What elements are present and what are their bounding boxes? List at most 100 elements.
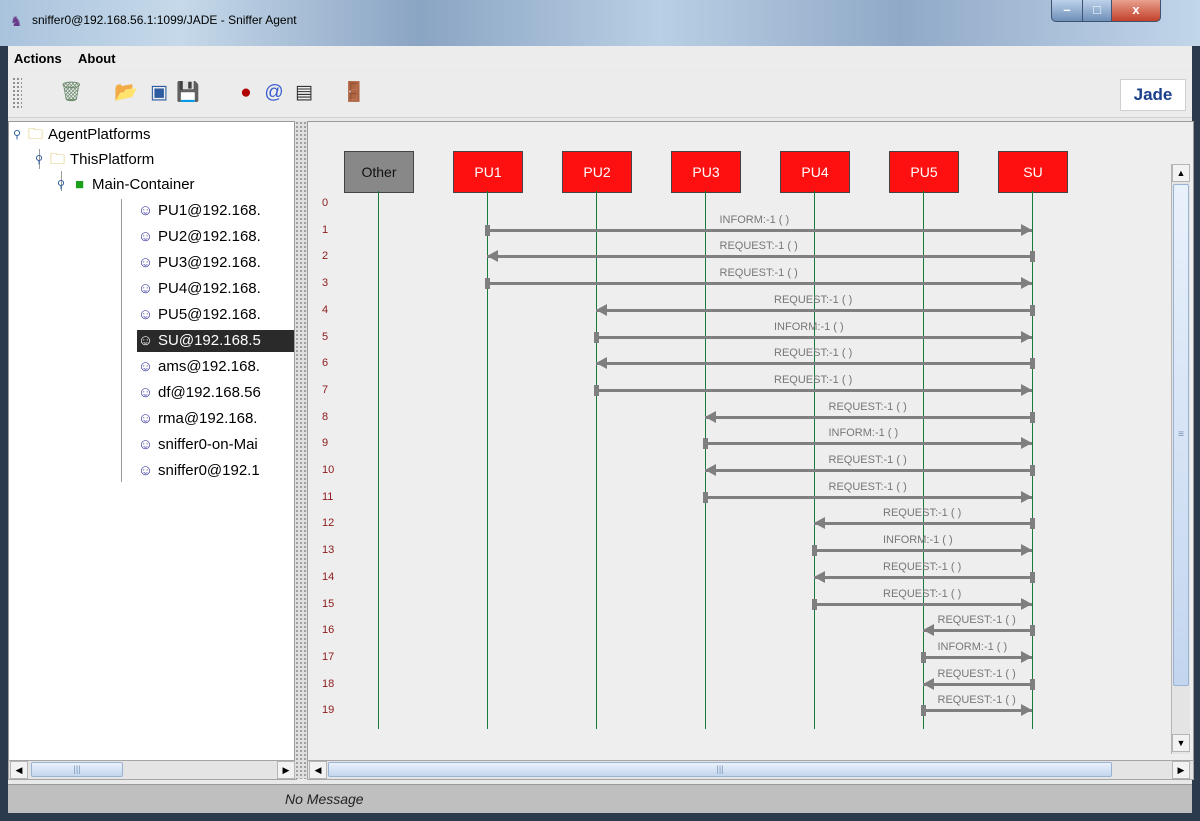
- tree-agent-node[interactable]: ☺ rma@192.168.: [137, 408, 294, 430]
- message-label[interactable]: REQUEST:-1 ( ): [938, 668, 1016, 680]
- properties-icon[interactable]: ▣: [146, 80, 172, 106]
- message-arrow[interactable]: [596, 335, 1032, 339]
- message-label[interactable]: REQUEST:-1 ( ): [829, 454, 907, 466]
- diagram-horizontal-scrollbar[interactable]: ◀ ||| ▶: [307, 760, 1194, 780]
- expand-toggle-icon[interactable]: ⚲: [57, 174, 65, 196]
- message-label[interactable]: REQUEST:-1 ( ): [883, 507, 961, 519]
- maximize-button[interactable]: □: [1082, 0, 1112, 22]
- message-label[interactable]: REQUEST:-1 ( ): [938, 614, 1016, 626]
- message-arrow[interactable]: [705, 469, 1032, 472]
- tree-agent-node-selected[interactable]: ☺ SU@192.168.5: [137, 330, 294, 352]
- agent-box-pu4[interactable]: PU4: [780, 151, 850, 193]
- expand-toggle-icon[interactable]: ⚲: [13, 124, 21, 146]
- diagram-vertical-scrollbar[interactable]: ▲ ≡ ▼: [1171, 164, 1190, 754]
- message-arrow[interactable]: [814, 602, 1032, 606]
- split-pane-divider[interactable]: [295, 121, 307, 779]
- message-arrow[interactable]: [923, 709, 1032, 713]
- message-origin-marker: [1030, 358, 1035, 370]
- message-arrow[interactable]: [923, 682, 1032, 686]
- open-folder-icon[interactable]: 📂: [113, 80, 139, 106]
- minimize-button[interactable]: –: [1051, 0, 1083, 22]
- message-arrow[interactable]: [923, 655, 1032, 659]
- scroll-up-button[interactable]: ▲: [1172, 164, 1190, 182]
- save-icon[interactable]: 💾: [175, 80, 201, 106]
- message-origin-marker: [594, 384, 599, 396]
- tree-agent-node[interactable]: ☺ PU4@192.168.: [137, 278, 294, 300]
- scroll-thumb[interactable]: |||: [328, 762, 1112, 777]
- tree-agent-node[interactable]: ☺ sniffer0-on-Mai: [137, 434, 294, 456]
- message-arrow[interactable]: [596, 362, 1032, 366]
- tree-agent-node[interactable]: ☺ PU3@192.168.: [137, 252, 294, 274]
- message-arrow[interactable]: [705, 442, 1032, 446]
- agent-box-pu3[interactable]: PU3: [671, 151, 741, 193]
- message-label[interactable]: REQUEST:-1 ( ): [829, 481, 907, 493]
- status-message: No Message: [285, 791, 364, 807]
- tree-agent-node[interactable]: ☺ df@192.168.56: [137, 382, 294, 404]
- message-label[interactable]: REQUEST:-1 ( ): [720, 267, 798, 279]
- message-arrow[interactable]: [487, 282, 1032, 286]
- message-label[interactable]: INFORM:-1 ( ): [883, 534, 953, 546]
- record-icon[interactable]: ●: [233, 80, 259, 106]
- message-arrow[interactable]: [814, 575, 1032, 579]
- agent-icon: ☺: [137, 228, 154, 245]
- message-label[interactable]: INFORM:-1 ( ): [720, 214, 790, 226]
- arrowhead-icon: [1021, 544, 1032, 557]
- agent-box-other[interactable]: Other: [344, 151, 414, 193]
- message-label[interactable]: INFORM:-1 ( ): [938, 641, 1008, 653]
- menu-about[interactable]: About: [78, 51, 116, 66]
- trash-icon[interactable]: 🗑: [58, 80, 84, 106]
- message-label[interactable]: REQUEST:-1 ( ): [774, 294, 852, 306]
- message-label[interactable]: REQUEST:-1 ( ): [883, 588, 961, 600]
- tree-agent-node[interactable]: ☺ sniffer0@192.1: [137, 460, 294, 482]
- tree-agent-label: PU2@192.168.: [158, 228, 261, 245]
- expand-toggle-icon[interactable]: ⚲: [35, 149, 43, 171]
- message-label[interactable]: REQUEST:-1 ( ): [774, 374, 852, 386]
- message-arrow[interactable]: [596, 388, 1032, 392]
- scroll-down-button[interactable]: ▼: [1172, 734, 1190, 752]
- tree-horizontal-scrollbar[interactable]: ◀ ||| ▶: [8, 760, 297, 780]
- arrowhead-icon: [1021, 650, 1032, 663]
- message-arrow[interactable]: [814, 549, 1032, 553]
- message-arrow[interactable]: [814, 522, 1032, 526]
- agent-box-pu1[interactable]: PU1: [453, 151, 523, 193]
- message-origin-marker: [703, 438, 708, 450]
- message-arrow[interactable]: [705, 495, 1032, 499]
- message-label[interactable]: INFORM:-1 ( ): [774, 321, 844, 333]
- sniff-icon[interactable]: @: [261, 80, 287, 106]
- exit-door-icon[interactable]: 🚪: [341, 80, 367, 106]
- message-label[interactable]: INFORM:-1 ( ): [829, 427, 899, 439]
- message-arrow[interactable]: [596, 308, 1032, 312]
- message-label[interactable]: REQUEST:-1 ( ): [938, 694, 1016, 706]
- scroll-left-button[interactable]: ◀: [309, 761, 327, 779]
- message-label[interactable]: REQUEST:-1 ( ): [720, 240, 798, 252]
- tree-agent-node[interactable]: ☺ PU5@192.168.: [137, 304, 294, 326]
- menu-actions[interactable]: Actions: [14, 51, 62, 66]
- message-label[interactable]: REQUEST:-1 ( ): [774, 347, 852, 359]
- scroll-thumb[interactable]: ≡: [1173, 184, 1189, 686]
- message-arrow[interactable]: [487, 255, 1032, 259]
- tree-node-agentplatforms[interactable]: ⚲ 🗀 AgentPlatforms: [13, 124, 151, 146]
- scroll-right-button[interactable]: ▶: [277, 761, 295, 779]
- message-arrow[interactable]: [487, 228, 1032, 232]
- line-number: 7: [322, 383, 329, 396]
- tree-agent-node[interactable]: ☺ ams@192.168.: [137, 356, 294, 378]
- tree-node-thisplatform[interactable]: ⚲ 🗀 ThisPlatform: [35, 149, 154, 171]
- scroll-right-button[interactable]: ▶: [1172, 761, 1190, 779]
- title-bar[interactable]: ♞ sniffer0@192.168.56.1:1099/JADE - Snif…: [0, 0, 1200, 46]
- tree-agent-node[interactable]: ☺ PU2@192.168.: [137, 226, 294, 248]
- tree-agent-node[interactable]: ☺ PU1@192.168.: [137, 200, 294, 222]
- toolbar-grip[interactable]: [12, 77, 22, 109]
- filter-icon[interactable]: ▤: [291, 80, 317, 106]
- message-label[interactable]: REQUEST:-1 ( ): [829, 401, 907, 413]
- message-arrow[interactable]: [705, 415, 1032, 419]
- message-arrow[interactable]: [923, 629, 1032, 633]
- close-button[interactable]: x: [1111, 0, 1161, 22]
- scroll-thumb[interactable]: |||: [31, 762, 123, 777]
- agent-box-pu5[interactable]: PU5: [889, 151, 959, 193]
- agent-box-pu2[interactable]: PU2: [562, 151, 632, 193]
- scroll-left-button[interactable]: ◀: [10, 761, 28, 779]
- message-label[interactable]: REQUEST:-1 ( ): [883, 561, 961, 573]
- arrowhead-icon: [923, 624, 934, 637]
- tree-node-main-container[interactable]: ⚲ ■ Main-Container: [57, 174, 195, 196]
- agent-box-su[interactable]: SU: [998, 151, 1068, 193]
